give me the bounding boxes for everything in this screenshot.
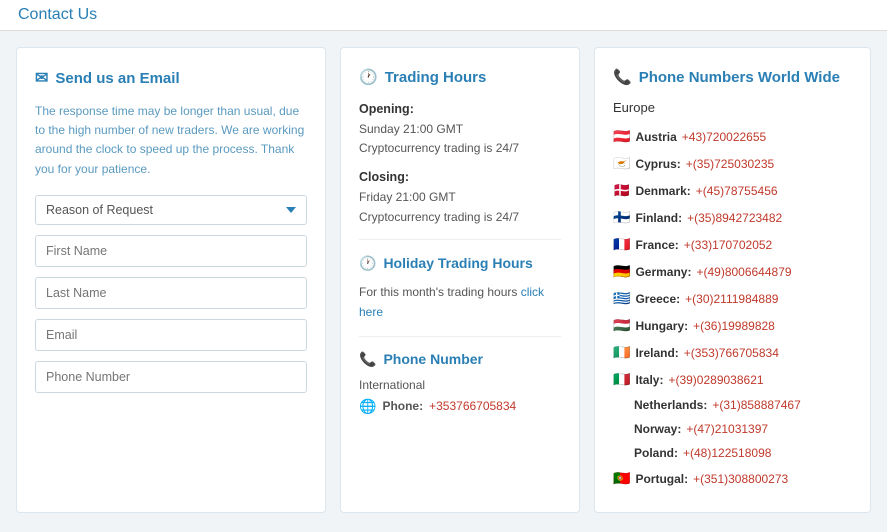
country-phone: +(36)19989828 — [693, 317, 775, 335]
country-phone: +(45)78755456 — [696, 182, 778, 200]
flag-icon: 🇨🇾 — [613, 153, 630, 174]
country-item: 🇮🇹 Italy: +(39)0289038621 — [613, 366, 852, 393]
country-name: Greece: — [635, 290, 680, 308]
country-item: 🇫🇷 France: +(33)170702052 — [613, 231, 852, 258]
country-item: 🇬🇷 Greece: +(30)2111984889 — [613, 285, 852, 312]
phone-label: Phone: — [382, 399, 423, 413]
trading-hours-title: 🕐 Trading Hours — [359, 68, 561, 86]
country-item: 🇨🇾 Cyprus: +(35)725030235 — [613, 150, 852, 177]
country-name: Netherlands: — [634, 396, 707, 414]
holiday-title: 🕐 Holiday Trading Hours — [359, 254, 561, 274]
country-name: Italy: — [635, 371, 663, 389]
country-phone: +(39)0289038621 — [668, 371, 763, 389]
country-item: 🇭🇺 Hungary: +(36)19989828 — [613, 312, 852, 339]
phone-group — [35, 361, 307, 393]
page-header: Contact Us — [0, 0, 887, 31]
flag-icon: 🇮🇪 — [613, 342, 630, 363]
country-name: Norway: — [634, 420, 681, 438]
country-item: 🇩🇰 Denmark: +(45)78755456 — [613, 177, 852, 204]
country-name: Austria — [635, 128, 676, 146]
flag-icon: 🇩🇪 — [613, 261, 630, 282]
intl-label: International — [359, 378, 561, 392]
closing-value: Friday 21:00 GMT Cryptocurrency trading … — [359, 188, 561, 226]
country-item: Norway: +(47)21031397 — [613, 417, 852, 441]
country-name: Denmark: — [635, 182, 690, 200]
country-phone: +(47)21031397 — [686, 420, 768, 438]
reason-dropdown-group: Reason of Request Technical Support Acco… — [35, 195, 307, 225]
flag-icon: 🇦🇹 — [613, 126, 630, 147]
worldwide-panel: 📞 Phone Numbers World Wide Europe 🇦🇹 Aust… — [594, 47, 871, 513]
flag-icon: 🇭🇺 — [613, 315, 630, 336]
country-item: Netherlands: +(31)858887467 — [613, 393, 852, 417]
phone-icon: 📞 — [359, 351, 376, 368]
country-item: Poland: +(48)122518098 — [613, 441, 852, 465]
flag-icon: 🇫🇮 — [613, 207, 630, 228]
opening-label: Opening: — [359, 102, 561, 116]
info-text: The response time may be longer than usu… — [35, 102, 307, 179]
flag-icon: 🇵🇹 — [613, 468, 630, 489]
last-name-input[interactable] — [35, 277, 307, 309]
region-label: Europe — [613, 100, 852, 115]
closing-label: Closing: — [359, 170, 561, 184]
country-name: Hungary: — [635, 317, 688, 335]
country-name: Poland: — [634, 444, 678, 462]
email-group — [35, 319, 307, 351]
email-panel: ✉ Send us an Email The response time may… — [16, 47, 326, 513]
email-section-title: ✉ Send us an Email — [35, 68, 307, 88]
reason-dropdown[interactable]: Reason of Request Technical Support Acco… — [35, 195, 307, 225]
phone-section: 📞 Phone Number International 🌐 Phone: +3… — [359, 336, 561, 415]
first-name-group — [35, 235, 307, 267]
flag-icon: 🇫🇷 — [613, 234, 630, 255]
country-item: 🇮🇪 Ireland: +(353)766705834 — [613, 339, 852, 366]
clock-icon: 🕐 — [359, 68, 378, 86]
country-phone: +(49)8006644879 — [696, 263, 791, 281]
flag-icon: 🇬🇷 — [613, 288, 630, 309]
phone-value: +353766705834 — [429, 399, 516, 413]
country-phone: +(31)858887467 — [712, 396, 800, 414]
country-phone: +43)720022655 — [682, 128, 766, 146]
last-name-group — [35, 277, 307, 309]
email-icon: ✉ — [35, 68, 48, 88]
country-phone: +(35)8942723482 — [687, 209, 782, 227]
country-name: Ireland: — [635, 344, 678, 362]
country-name: Germany: — [635, 263, 691, 281]
country-phone: +(353)766705834 — [684, 344, 779, 362]
country-item: 🇫🇮 Finland: +(35)8942723482 — [613, 204, 852, 231]
phone-worldwide-icon: 📞 — [613, 68, 632, 86]
first-name-input[interactable] — [35, 235, 307, 267]
country-phone: +(35)725030235 — [686, 155, 774, 173]
worldwide-title: 📞 Phone Numbers World Wide — [613, 68, 852, 86]
holiday-section: 🕐 Holiday Trading Hours For this month's… — [359, 239, 561, 322]
country-name: Finland: — [635, 209, 682, 227]
clock-icon-2: 🕐 — [359, 254, 376, 274]
country-phone: +(351)308800273 — [693, 470, 788, 488]
country-phone: +(33)170702052 — [684, 236, 772, 254]
holiday-text: For this month's trading hours click her… — [359, 283, 561, 321]
trading-panel: 🕐 Trading Hours Opening: Sunday 21:00 GM… — [340, 47, 580, 513]
email-input[interactable] — [35, 319, 307, 351]
country-name: Cyprus: — [635, 155, 680, 173]
country-item: 🇵🇹 Portugal: +(351)308800273 — [613, 465, 852, 492]
page-title: Contact Us — [18, 6, 869, 24]
phone-number-title: 📞 Phone Number — [359, 351, 561, 368]
country-name: Portugal: — [635, 470, 688, 488]
phone-row: 🌐 Phone: +353766705834 — [359, 398, 561, 415]
country-name: France: — [635, 236, 678, 254]
country-item: 🇦🇹 Austria +43)720022655 — [613, 123, 852, 150]
country-phone: +(48)122518098 — [683, 444, 771, 462]
holiday-link[interactable]: click here — [359, 285, 544, 318]
country-phone: +(30)2111984889 — [685, 290, 778, 308]
phone-input[interactable] — [35, 361, 307, 393]
flag-icon: 🇮🇹 — [613, 369, 630, 390]
country-item: 🇩🇪 Germany: +(49)8006644879 — [613, 258, 852, 285]
globe-icon: 🌐 — [359, 398, 376, 415]
flag-icon: 🇩🇰 — [613, 180, 630, 201]
opening-value: Sunday 21:00 GMT Cryptocurrency trading … — [359, 120, 561, 158]
country-list: 🇦🇹 Austria +43)720022655 🇨🇾 Cyprus: +(35)7250… — [613, 123, 852, 492]
